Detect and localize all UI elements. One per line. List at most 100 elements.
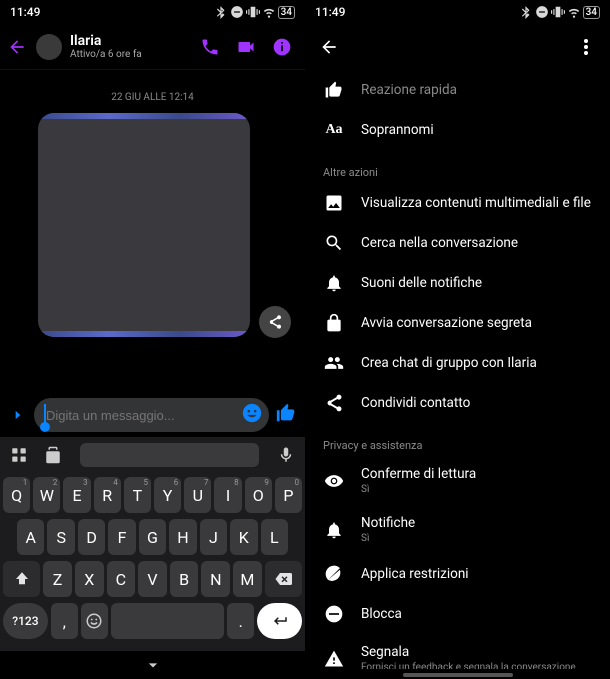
info-button[interactable]	[265, 37, 299, 57]
bluetooth-icon	[214, 5, 228, 19]
key-v[interactable]: V	[138, 561, 167, 597]
share-contact-item[interactable]: Condividi contatto	[305, 383, 610, 423]
contact-name: Ilaria	[70, 33, 191, 49]
key-h[interactable]: H	[169, 519, 196, 555]
key-d[interactable]: D	[78, 519, 105, 555]
video-button[interactable]	[229, 37, 263, 57]
item-label: Crea chat di gruppo con Ilaria	[361, 355, 537, 371]
key-t[interactable]: 5T	[124, 477, 151, 513]
key-q[interactable]: 1Q	[3, 477, 30, 513]
key-c[interactable]: C	[107, 561, 136, 597]
notification-sounds-item[interactable]: Suoni delle notifiche	[305, 263, 610, 303]
item-label: Avvia conversazione segreta	[361, 315, 532, 331]
contact-status: Attivo/a 6 ore fa	[70, 49, 191, 60]
key-z[interactable]: Z	[43, 561, 72, 597]
key-i[interactable]: 8I	[214, 477, 241, 513]
key-l[interactable]: L	[261, 519, 288, 555]
key-shift[interactable]	[3, 561, 40, 597]
text-cursor	[44, 404, 46, 426]
emoji-button[interactable]	[241, 402, 263, 428]
secret-conversation-item[interactable]: Avvia conversazione segreta	[305, 303, 610, 343]
text-icon: Aa	[323, 122, 345, 138]
more-button[interactable]	[568, 39, 604, 55]
read-receipts-item[interactable]: Conferme di lettura Sì	[305, 456, 610, 505]
status-bar: 11:49 34	[0, 0, 305, 24]
keyboard: 1Q2W3E4R5T6Y7U8I9O0P ASDFGHJKL ZXCVBNM ?…	[0, 473, 305, 651]
key-y[interactable]: 6Y	[154, 477, 181, 513]
restrict-icon	[323, 564, 345, 584]
key-o[interactable]: 9O	[245, 477, 272, 513]
item-label: Blocca	[361, 606, 402, 622]
key-f[interactable]: F	[108, 519, 135, 555]
quick-reaction-item[interactable]: Reazione rapida	[305, 70, 610, 110]
image-message[interactable]	[38, 113, 250, 337]
collapse-keyboard-button[interactable]	[0, 651, 305, 679]
block-item[interactable]: Blocca	[305, 594, 610, 634]
key-e[interactable]: 3E	[63, 477, 90, 513]
key-x[interactable]: X	[75, 561, 104, 597]
key-backspace[interactable]	[265, 561, 302, 597]
key-w[interactable]: 2W	[33, 477, 60, 513]
back-button[interactable]	[311, 37, 347, 57]
item-label: Applica restrizioni	[361, 566, 469, 582]
group-chat-item[interactable]: Crea chat di gruppo con Ilaria	[305, 343, 610, 383]
key-r[interactable]: 4R	[94, 477, 121, 513]
media-files-item[interactable]: Visualizza contenuti multimediali e file	[305, 183, 610, 223]
item-sublabel: Sì	[361, 484, 476, 495]
call-button[interactable]	[193, 37, 227, 57]
key-s[interactable]: S	[47, 519, 74, 555]
expand-composer-button[interactable]	[8, 408, 28, 422]
key-period[interactable]: .	[227, 603, 254, 639]
key-row-3: ZXCVBNM	[3, 561, 302, 597]
key-row-1: 1Q2W3E4R5T6Y7U8I9O0P	[3, 477, 302, 513]
chat-body[interactable]: 22 GIU ALLE 12:14 Incolla Frasi frequent…	[0, 70, 305, 393]
message-input[interactable]	[46, 408, 241, 423]
key-g[interactable]: G	[139, 519, 166, 555]
report-item[interactable]: Segnala Fornisci un feedback e segnala l…	[305, 634, 610, 669]
key-space[interactable]	[111, 603, 225, 639]
header-title-wrap[interactable]: Ilaria Attivo/a 6 ore fa	[70, 33, 191, 60]
status-time: 11:49	[10, 5, 40, 19]
key-a[interactable]: A	[17, 519, 44, 555]
mic-button[interactable]	[273, 442, 299, 468]
settings-list[interactable]: Reazione rapida Aa Soprannomi Altre azio…	[305, 70, 610, 669]
item-label: Soprannomi	[361, 122, 434, 138]
key-b[interactable]: B	[170, 561, 199, 597]
dnd-icon	[535, 5, 549, 19]
key-k[interactable]: K	[230, 519, 257, 555]
item-label: Segnala	[361, 644, 576, 660]
settings-header	[305, 24, 610, 70]
apps-button[interactable]	[6, 442, 32, 468]
key-n[interactable]: N	[201, 561, 230, 597]
key-row-2: ASDFGHJKL	[3, 519, 302, 555]
key-p[interactable]: 0P	[275, 477, 302, 513]
back-button[interactable]	[0, 37, 34, 57]
dnd-icon	[230, 5, 244, 19]
like-icon	[323, 80, 345, 100]
key-m[interactable]: M	[233, 561, 262, 597]
message-composer	[0, 393, 305, 437]
clipboard-button[interactable]	[40, 442, 66, 468]
restrict-item[interactable]: Applica restrizioni	[305, 554, 610, 594]
suggestion-strip[interactable]	[80, 443, 259, 467]
status-icons: 34	[214, 5, 295, 19]
share-button[interactable]	[259, 306, 291, 338]
item-label: Visualizza contenuti multimediali e file	[361, 195, 591, 211]
key-u[interactable]: 7U	[184, 477, 211, 513]
message-input-wrap[interactable]	[34, 398, 269, 432]
battery-icon: 34	[278, 6, 295, 19]
item-label: Notifiche	[361, 515, 415, 531]
notifications-item[interactable]: Notifiche Sì	[305, 505, 610, 554]
search-conversation-item[interactable]: Cerca nella conversazione	[305, 223, 610, 263]
like-button[interactable]	[275, 402, 297, 428]
avatar[interactable]	[36, 34, 62, 60]
bell-icon	[323, 520, 345, 540]
key-emoji[interactable]	[81, 603, 108, 639]
battery-icon: 34	[583, 6, 600, 19]
key-symbols[interactable]: ?123	[3, 603, 48, 639]
key-comma[interactable]: ,	[51, 603, 78, 639]
key-j[interactable]: J	[200, 519, 227, 555]
section-other-actions: Altre azioni	[305, 150, 610, 183]
nicknames-item[interactable]: Aa Soprannomi	[305, 110, 610, 150]
key-enter[interactable]	[257, 603, 302, 639]
